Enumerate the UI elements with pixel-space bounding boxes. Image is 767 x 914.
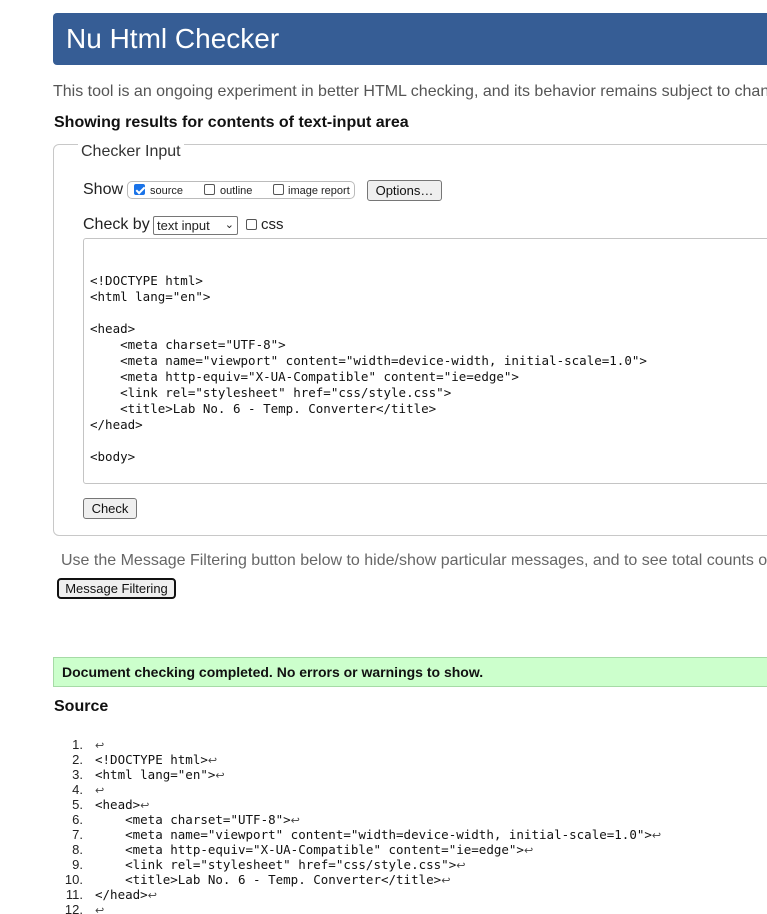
filter-note: Use the Message Filtering button below t… xyxy=(61,552,767,569)
source-line: 10. <title>Lab No. 6 - Temp. Converter</… xyxy=(54,872,767,887)
source-option-label[interactable]: source xyxy=(150,185,183,197)
textarea-content: <!DOCTYPE html> <html lang="en"> <head> … xyxy=(90,273,647,464)
source-line-code: <html lang="en">↩ xyxy=(95,767,225,783)
source-line-text: <title>Lab No. 6 - Temp. Converter</titl… xyxy=(95,872,442,887)
source-line: 2. <!DOCTYPE html>↩ xyxy=(54,752,767,767)
source-line-text: <!DOCTYPE html> xyxy=(95,752,208,767)
app-header: Nu Html Checker xyxy=(53,13,767,65)
source-line: 8. <meta http-equiv="X-UA-Compatible" co… xyxy=(54,842,767,857)
results-heading: Showing results for contents of text-inp… xyxy=(54,114,409,131)
source-line-text: <meta http-equiv="X-UA-Compatible" conte… xyxy=(95,842,524,857)
source-line-code: <meta http-equiv="X-UA-Compatible" conte… xyxy=(95,842,533,858)
check-button[interactable]: Check xyxy=(83,498,137,519)
source-textarea[interactable]: <!DOCTYPE html> <html lang="en"> <head> … xyxy=(83,238,767,484)
page: Nu Html Checker This tool is an ongoing … xyxy=(0,0,767,914)
source-line-text: <head> xyxy=(95,797,141,812)
return-arrow-icon: ↩ xyxy=(95,784,105,797)
return-arrow-icon: ↩ xyxy=(95,904,105,914)
source-line: 1. ↩ xyxy=(54,737,767,752)
image-report-option-label[interactable]: image report xyxy=(288,185,350,197)
check-by-label: Check by xyxy=(83,216,150,233)
source-line-code: ↩ xyxy=(95,902,104,914)
source-line-code: <meta name="viewport" content="width=dev… xyxy=(95,827,661,843)
status-message: Document checking completed. No errors o… xyxy=(53,657,767,687)
checker-input-legend: Checker Input xyxy=(78,143,184,161)
return-arrow-icon: ↩ xyxy=(147,889,157,902)
source-line-text: </head> xyxy=(95,887,148,902)
source-listing: 1. ↩ 2. <!DOCTYPE html>↩ 3. <html lang="en">↩… xyxy=(54,737,767,914)
outline-option-label[interactable]: outline xyxy=(220,185,252,197)
source-line-number: 7. xyxy=(72,827,83,842)
source-line-code: ↩ xyxy=(95,782,104,798)
source-line-text: <link rel="stylesheet" href="css/style.c… xyxy=(95,857,457,872)
check-by-selected-value: text input xyxy=(157,218,210,233)
css-label[interactable]: css xyxy=(261,216,284,233)
source-line-number: 2. xyxy=(72,752,83,767)
source-line-number: 12. xyxy=(64,902,83,914)
source-line-code: ↩ xyxy=(95,737,104,753)
source-line: 3. <html lang="en">↩ xyxy=(54,767,767,782)
source-line: 12. ↩ xyxy=(54,902,767,914)
source-line-code: </head>↩ xyxy=(95,887,157,903)
options-button[interactable]: Options… xyxy=(367,180,442,201)
return-arrow-icon: ↩ xyxy=(441,874,451,887)
source-line-text: <meta charset="UTF-8"> xyxy=(95,812,291,827)
source-line: 7. <meta name="viewport" content="width=… xyxy=(54,827,767,842)
return-arrow-icon: ↩ xyxy=(207,754,218,767)
source-line: 4. ↩ xyxy=(54,782,767,797)
show-label: Show xyxy=(83,181,124,198)
source-line: 11. </head>↩ xyxy=(54,887,767,902)
return-arrow-icon: ↩ xyxy=(290,814,300,827)
page-title: Nu Html Checker xyxy=(66,23,280,54)
source-line-number: 9. xyxy=(72,857,83,872)
css-checkbox[interactable] xyxy=(246,219,257,230)
source-line-number: 6. xyxy=(72,812,83,827)
source-line-code: <title>Lab No. 6 - Temp. Converter</titl… xyxy=(95,872,450,888)
message-filtering-button[interactable]: Message Filtering xyxy=(57,578,176,599)
return-arrow-icon: ↩ xyxy=(651,829,662,842)
return-arrow-icon: ↩ xyxy=(140,799,150,812)
source-line-number: 1. xyxy=(72,737,83,752)
source-line: 5. <head>↩ xyxy=(54,797,767,812)
source-line-number: 4. xyxy=(72,782,83,797)
return-arrow-icon: ↩ xyxy=(456,859,466,872)
return-arrow-icon: ↩ xyxy=(95,739,105,752)
source-line-number: 11. xyxy=(65,887,83,902)
source-line-text: <meta name="viewport" content="width=dev… xyxy=(95,827,652,842)
source-line-code: <meta charset="UTF-8">↩ xyxy=(95,812,300,828)
source-title: Source xyxy=(54,698,109,715)
source-line-code: <!DOCTYPE html>↩ xyxy=(95,752,217,768)
chevron-down-icon: ⌄ xyxy=(224,219,234,231)
source-line: 9. <link rel="stylesheet" href="css/styl… xyxy=(54,857,767,872)
show-options-group: source outline image report xyxy=(127,181,355,199)
check-by-select[interactable]: text input ⌄ xyxy=(153,216,238,235)
outline-checkbox[interactable] xyxy=(204,184,215,195)
source-line-text: <html lang="en"> xyxy=(95,767,216,782)
intro-text: This tool is an ongoing experiment in be… xyxy=(53,83,767,100)
image-report-checkbox[interactable] xyxy=(273,184,284,195)
source-line-number: 5. xyxy=(72,797,83,812)
source-line: 6. <meta charset="UTF-8">↩ xyxy=(54,812,767,827)
source-line-number: 3. xyxy=(72,767,83,782)
source-checkbox[interactable] xyxy=(134,184,145,195)
source-line-number: 10. xyxy=(64,872,83,887)
return-arrow-icon: ↩ xyxy=(215,769,225,782)
return-arrow-icon: ↩ xyxy=(523,844,534,857)
source-line-number: 8. xyxy=(72,842,83,857)
source-line-code: <link rel="stylesheet" href="css/style.c… xyxy=(95,857,465,873)
source-line-code: <head>↩ xyxy=(95,797,149,813)
